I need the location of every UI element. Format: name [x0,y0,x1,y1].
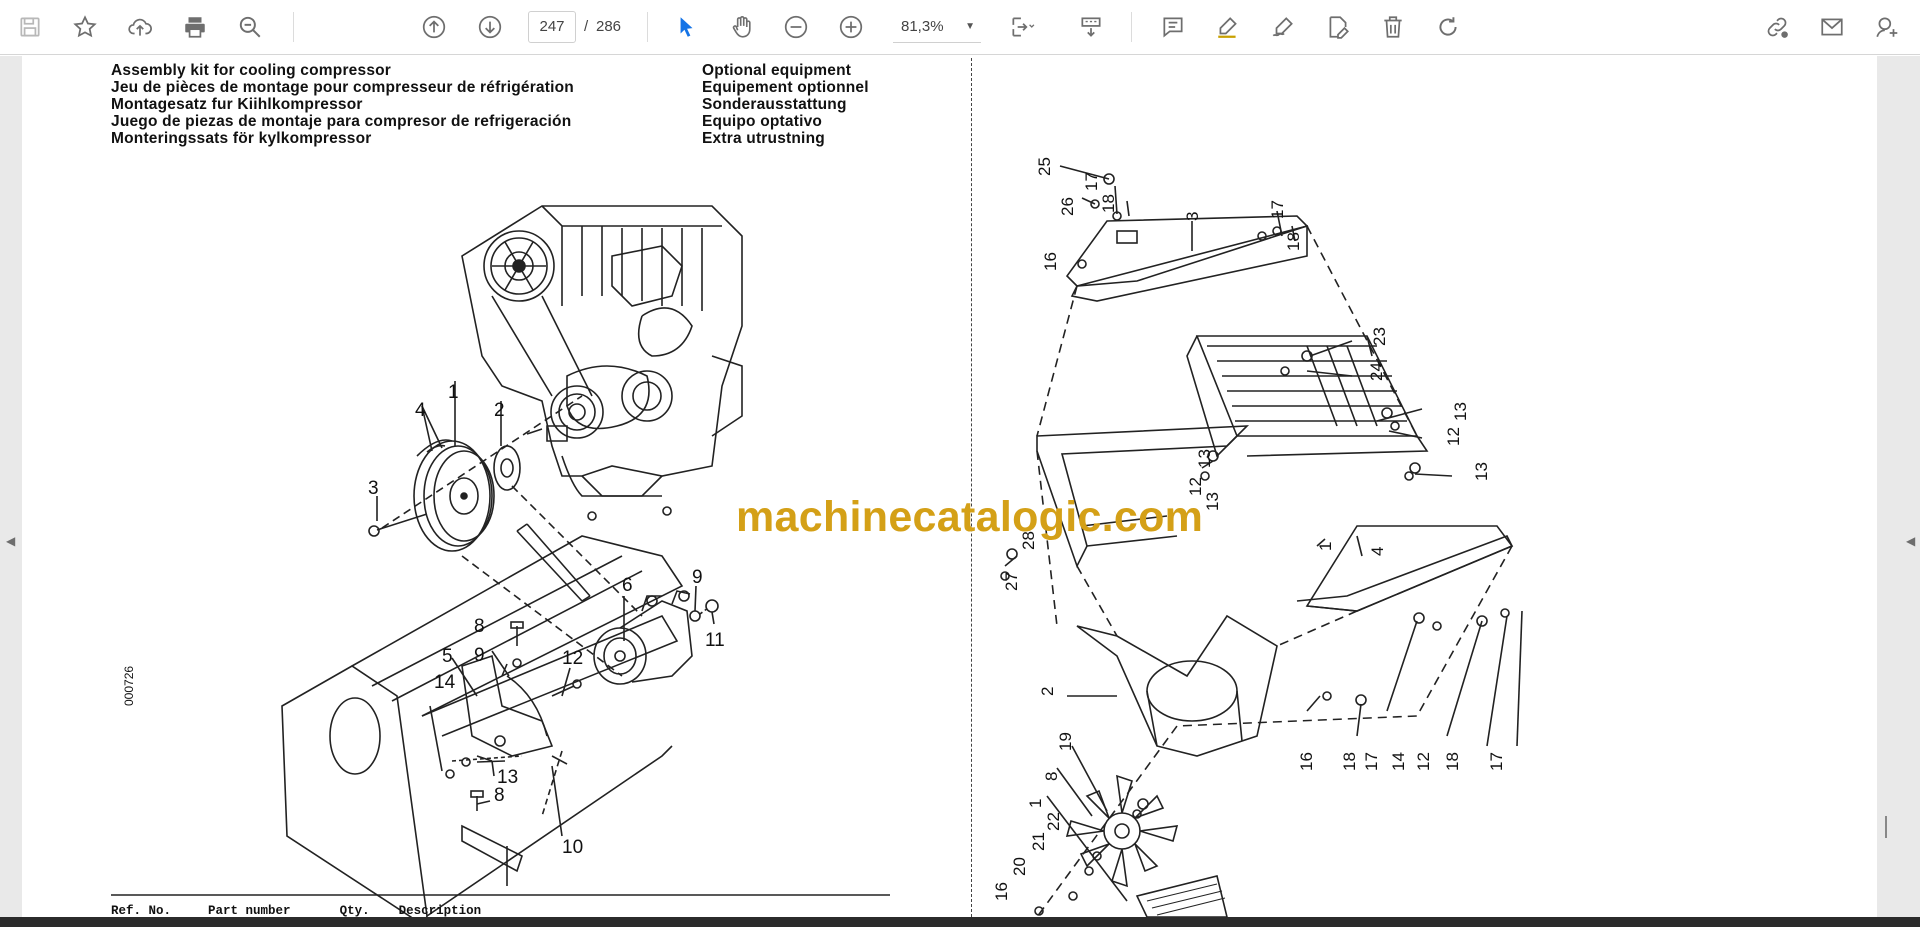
page-divider [971,58,972,917]
save-icon[interactable] [12,9,48,45]
svg-text:8: 8 [494,785,505,806]
svg-text:1: 1 [1026,799,1045,808]
svg-text:22: 22 [1044,812,1063,831]
svg-text:18: 18 [1284,232,1303,251]
svg-text:3: 3 [368,478,379,499]
pdf-page: Assembly kit for cooling compressor Jeu … [22,56,1877,918]
right-exploded-diagram: 25 26 17 18 3 16 17 18 23 24 13 12 13 13… [992,157,1523,917]
select-cursor-icon[interactable] [668,9,704,45]
header-ref-no: Ref. No. [111,904,172,918]
svg-text:27: 27 [1002,572,1021,591]
page-up-icon[interactable] [416,9,452,45]
svg-text:10: 10 [562,837,583,858]
header-description: Description [398,904,482,918]
page-down-icon[interactable] [472,9,508,45]
star-icon[interactable] [67,9,103,45]
rotate-icon[interactable] [1430,9,1466,45]
table-header-row: Ref. No. Part number Qty. Description [111,904,481,918]
svg-text:21: 21 [1029,832,1048,851]
zoom-level-select[interactable]: 81,3% ▼ [893,11,981,43]
share-link-icon[interactable] [1759,9,1795,45]
draw-pen-icon[interactable] [1265,9,1301,45]
svg-text:12: 12 [562,648,583,669]
add-user-icon[interactable] [1869,9,1905,45]
left-panel-toggle-icon[interactable]: ◀ [6,534,15,548]
svg-text:26: 26 [1058,197,1077,216]
page-separator: / [584,18,589,35]
svg-text:13: 13 [1451,402,1470,421]
cloud-upload-icon[interactable] [122,9,158,45]
svg-text:16: 16 [1041,252,1060,271]
svg-text:18: 18 [1340,752,1359,771]
svg-text:17: 17 [1082,172,1101,191]
total-pages: 286 [596,18,622,35]
comment-icon[interactable] [1155,9,1191,45]
hand-tool-icon[interactable] [724,9,760,45]
svg-text:4: 4 [1368,547,1387,556]
trash-icon[interactable] [1375,9,1411,45]
scroll-mode-icon[interactable] [1073,9,1109,45]
search-icon[interactable] [232,9,268,45]
svg-text:13: 13 [1203,492,1222,511]
svg-text:17: 17 [1487,752,1506,771]
print-icon[interactable] [177,9,213,45]
svg-text:2: 2 [494,400,505,421]
toolbar: 247 / 286 81,3% ▼ [0,0,1920,55]
svg-text:23: 23 [1370,327,1389,346]
svg-text:25: 25 [1035,157,1054,176]
svg-text:12: 12 [1414,752,1433,771]
svg-text:1: 1 [1316,542,1335,551]
svg-text:3: 3 [1183,212,1202,221]
svg-text:16: 16 [992,882,1011,901]
email-icon[interactable] [1814,9,1850,45]
svg-text:13: 13 [1195,449,1214,468]
svg-text:4: 4 [415,400,426,421]
zoom-out-icon[interactable] [778,9,814,45]
right-panel-toggle-icon[interactable]: ◀ [1906,534,1915,548]
svg-text:2: 2 [1038,687,1057,696]
svg-text:6: 6 [622,575,633,596]
chevron-down-icon: ▼ [965,21,975,32]
zoom-in-icon[interactable] [833,9,869,45]
svg-text:18: 18 [1099,194,1118,213]
svg-text:9: 9 [692,567,703,588]
svg-text:8: 8 [474,616,485,637]
svg-text:8: 8 [1042,772,1061,781]
svg-text:17: 17 [1362,752,1381,771]
scrollbar-thumb[interactable] [1885,816,1887,838]
svg-text:14: 14 [434,672,456,693]
page-number-input[interactable]: 247 [528,11,576,43]
header-qty: Qty. [339,904,370,918]
svg-text:5: 5 [442,646,453,667]
svg-text:13: 13 [1472,462,1491,481]
svg-text:19: 19 [1056,732,1075,751]
fit-page-icon[interactable] [1004,9,1040,45]
header-part-number: Part number [208,904,291,918]
edit-document-icon[interactable] [1320,9,1356,45]
svg-text:20: 20 [1010,857,1029,876]
svg-text:1: 1 [448,382,459,403]
svg-text:9: 9 [474,645,485,666]
svg-text:12: 12 [1444,427,1463,446]
zoom-level-value: 81,3% [901,18,944,35]
highlight-pen-icon[interactable] [1210,9,1246,45]
svg-text:18: 18 [1443,752,1462,771]
svg-text:24: 24 [1367,362,1386,381]
document-viewer[interactable]: ◀ ◀ Assembly kit for cooling compressor … [0,56,1920,918]
watermark-text: machinecatalogic.com [736,493,1204,541]
left-exploded-diagram: 1 2 3 4 5 6 7 8 9 10 11 12 13 14 8 9 [111,205,890,917]
svg-text:14: 14 [1389,752,1408,771]
svg-text:17: 17 [1268,200,1287,219]
svg-text:16: 16 [1297,752,1316,771]
svg-text:11: 11 [705,630,725,651]
taskbar-strip [0,917,1920,927]
